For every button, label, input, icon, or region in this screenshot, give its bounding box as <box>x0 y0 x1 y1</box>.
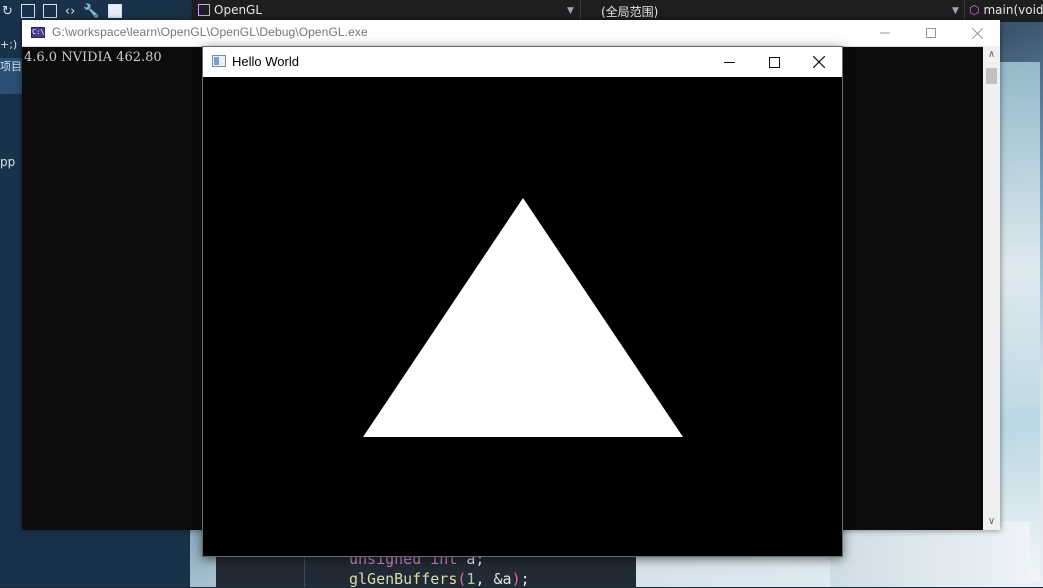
background-art <box>1000 62 1040 582</box>
scope-dropdown-label: (全局范围) <box>601 5 659 19</box>
project-dropdown[interactable]: OpenGL <box>198 3 262 17</box>
function-icon: ⬡ <box>969 3 980 17</box>
scope-dropdown[interactable]: (全局范围) <box>601 3 658 20</box>
chevron-down-icon[interactable]: ▼ <box>567 6 574 16</box>
sidebar-item-project[interactable]: 项目 <box>0 58 22 74</box>
project-dropdown-label: OpenGL <box>214 3 263 17</box>
maximize-icon <box>926 28 936 38</box>
opengl-canvas <box>203 77 842 556</box>
minimize-button[interactable] <box>706 47 752 77</box>
close-icon <box>813 56 825 68</box>
minimize-icon <box>723 61 735 63</box>
maximize-button[interactable] <box>751 47 797 77</box>
maximize-icon <box>768 56 780 68</box>
close-icon <box>971 27 983 39</box>
member-dropdown[interactable]: ⬡ main(void <box>969 3 1043 17</box>
wrench-icon[interactable]: 🔧 <box>83 4 99 19</box>
copy-icon[interactable] <box>42 4 57 18</box>
minimize-button[interactable] <box>862 20 908 46</box>
maximize-button[interactable] <box>908 20 954 46</box>
scroll-down-icon[interactable]: ∨ <box>983 513 1000 530</box>
minus-icon[interactable] <box>107 4 122 18</box>
close-button[interactable] <box>796 47 842 77</box>
collapse-icon[interactable] <box>20 4 35 18</box>
console-output: 4.6.0 NVIDIA 462.80 <box>24 50 162 65</box>
scroll-up-icon[interactable]: ∧ <box>983 46 1000 63</box>
console-titlebar[interactable]: C:\ G:\workspace\learn\OpenGL\OpenGL\Deb… <box>22 20 1000 47</box>
window-title: Hello World <box>232 54 299 69</box>
refresh-icon[interactable]: ↻ <box>2 4 13 19</box>
console-app-icon: C:\ <box>31 27 45 38</box>
background-art <box>830 522 1030 587</box>
scrollbar-thumb[interactable] <box>986 68 997 84</box>
minimize-icon <box>880 32 890 34</box>
hello-world-window[interactable]: Hello World <box>202 46 843 557</box>
code-line[interactable]: glGenBuffers(1, &a); <box>349 570 530 588</box>
close-button[interactable] <box>954 20 1000 46</box>
member-dropdown-label: main(void <box>983 3 1043 17</box>
window-app-icon <box>212 55 226 67</box>
chevron-down-icon[interactable]: ▼ <box>952 6 959 16</box>
project-icon <box>198 4 210 16</box>
console-scrollbar[interactable]: ∧ ∨ <box>983 46 1000 530</box>
solution-explorer-toolbar: ↻ ‹› 🔧 <box>0 0 192 22</box>
sidebar-label: +;) <box>0 38 18 51</box>
window-titlebar[interactable]: Hello World <box>203 47 842 77</box>
sidebar-item-cpp[interactable]: pp <box>0 155 15 169</box>
console-title: G:\workspace\learn\OpenGL\OpenGL\Debug\O… <box>52 25 368 39</box>
code-view-icon[interactable]: ‹› <box>65 4 75 19</box>
navigation-bar: OpenGL ▼ (全局范围) ▼ ⬡ main(void <box>192 0 1043 22</box>
